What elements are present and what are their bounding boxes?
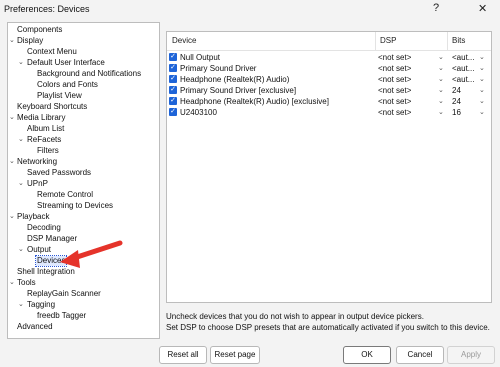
annotation-arrow-icon xyxy=(60,240,123,268)
